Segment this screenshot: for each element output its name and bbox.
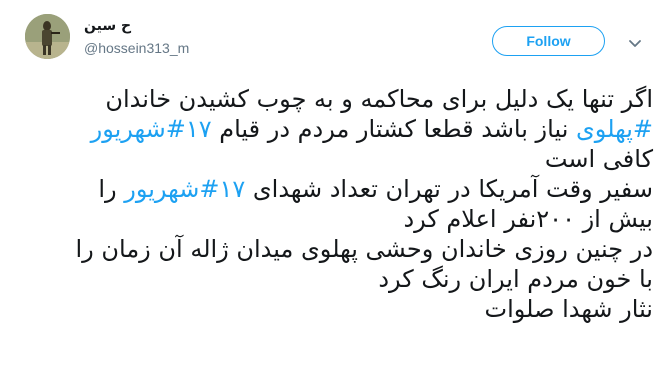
follow-button[interactable]: Follow bbox=[492, 26, 605, 56]
avatar[interactable] bbox=[25, 14, 70, 59]
tweet-line: نثار شهدا صلوات bbox=[484, 295, 653, 323]
tweet-text-fragment: سفیر وقت آمریکا در تهران تعداد شهدای bbox=[245, 175, 653, 203]
user-info: ح سین @hossein313_m bbox=[84, 18, 189, 56]
hashtag-link[interactable]: ۱۷#شهریور bbox=[91, 115, 212, 143]
tweet-text-fragment: را bbox=[98, 175, 125, 203]
tweet-line: #پهلوی نیاز باشد قطعا کشتار مردم در قیام… bbox=[20, 114, 653, 144]
tweet-line: در چنین روزی خاندان وحشی پهلوی میدان ژال… bbox=[75, 235, 654, 263]
tweet-text-fragment: نیاز باشد قطعا کشتار مردم در قیام bbox=[211, 115, 577, 143]
display-name[interactable]: ح سین bbox=[84, 18, 189, 38]
hashtag-link[interactable]: #پهلوی bbox=[576, 115, 653, 143]
hashtag-link[interactable]: ۱۷#شهریور bbox=[124, 175, 245, 203]
tweet-line: سفیر وقت آمریکا در تهران تعداد شهدای ۱۷#… bbox=[20, 174, 653, 204]
tweet-line: با خون مردم ایران رنگ کرد bbox=[378, 265, 653, 293]
tweet-card: ح سین @hossein313_m Follow اگر تنها یک د… bbox=[0, 0, 667, 372]
tweet-line: اگر تنها یک دلیل برای محاکمه و به چوب کش… bbox=[105, 85, 653, 113]
avatar-image bbox=[25, 14, 70, 59]
user-handle[interactable]: @hossein313_m bbox=[84, 40, 189, 56]
chevron-down-icon[interactable] bbox=[627, 35, 643, 47]
tweet-text: اگر تنها یک دلیل برای محاکمه و به چوب کش… bbox=[20, 84, 654, 324]
tweet-line: بیش از ۲۰۰نفر اعلام کرد bbox=[403, 205, 653, 233]
tweet-line: کافی است bbox=[544, 145, 653, 173]
